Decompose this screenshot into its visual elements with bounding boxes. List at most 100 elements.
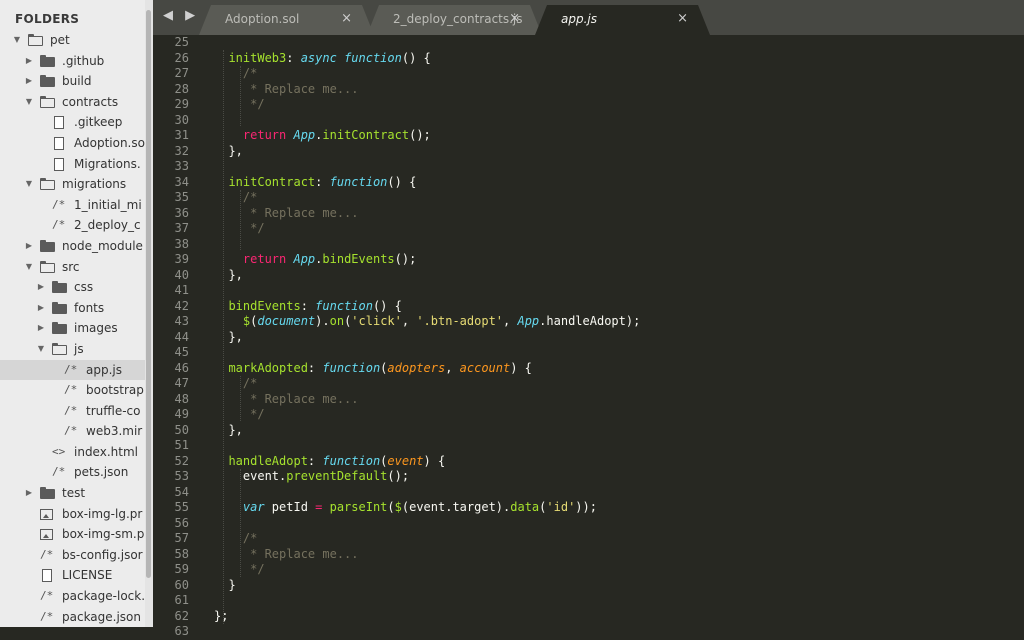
code-line[interactable] <box>214 438 640 454</box>
code-line[interactable]: /* <box>214 190 640 206</box>
code-editor[interactable]: 25 26 27 28 29 30 31 32 33 34 35 36 37 38 39 40 41 42 43 44… <box>153 35 1024 638</box>
code-line[interactable] <box>214 485 640 501</box>
tree-item[interactable]: ▶ images <box>0 318 145 339</box>
chevron-down-icon[interactable]: ▼ <box>36 339 46 360</box>
close-icon[interactable]: × <box>341 11 352 26</box>
tree-item[interactable]: /* pets.json <box>0 462 145 483</box>
tree-item[interactable]: /* 2_deploy_c <box>0 215 145 236</box>
chevron-down-icon[interactable]: ▼ <box>24 92 34 113</box>
chevron-down-icon[interactable]: ▼ <box>24 174 34 195</box>
tree-item[interactable]: LICENSE <box>0 565 145 586</box>
chevron-right-icon[interactable]: ▶ <box>24 236 34 257</box>
tab-adoption-sol[interactable]: Adoption.sol × <box>199 5 374 35</box>
code-line[interactable]: * Replace me... <box>214 547 640 563</box>
tree-item[interactable]: /* bs-config.jsor <box>0 545 145 566</box>
code-line[interactable]: /* <box>214 66 640 82</box>
code-line[interactable]: var petId = parseInt($(event.target).dat… <box>214 500 640 516</box>
code-line[interactable]: $(document).on('click', '.btn-adopt', Ap… <box>214 314 640 330</box>
tree-item[interactable]: .gitkeep <box>0 112 145 133</box>
tree-item[interactable]: /* package.json <box>0 607 145 627</box>
code-token: function <box>315 298 373 313</box>
code-line[interactable]: */ <box>214 407 640 423</box>
code-line[interactable]: }, <box>214 268 640 284</box>
code-line[interactable] <box>214 345 640 361</box>
tree-item[interactable]: /* bootstrap <box>0 380 145 401</box>
code-line[interactable]: * Replace me... <box>214 82 640 98</box>
chevron-right-icon[interactable]: ▶ <box>36 298 46 319</box>
code-line[interactable] <box>214 113 640 129</box>
line-number: 46 <box>174 360 189 375</box>
code-token: function <box>329 174 388 189</box>
code-line[interactable] <box>214 237 640 253</box>
code-line[interactable] <box>214 593 640 609</box>
tree-item[interactable]: ▼ pet <box>0 30 145 51</box>
tree-item-label: src <box>62 259 80 274</box>
code-line[interactable]: event.preventDefault(); <box>214 469 640 485</box>
code-line[interactable]: }, <box>214 144 640 160</box>
code-line[interactable]: /* <box>214 376 640 392</box>
code-line[interactable]: * Replace me... <box>214 206 640 222</box>
code-line[interactable]: */ <box>214 221 640 237</box>
tree-item[interactable]: /* 1_initial_mi <box>0 195 145 216</box>
code-line[interactable]: } <box>214 578 640 594</box>
code-line[interactable] <box>214 35 640 51</box>
close-icon[interactable]: × <box>677 11 688 26</box>
chevron-right-icon[interactable]: ▶ <box>24 71 34 92</box>
tree-item[interactable]: ▶ css <box>0 277 145 298</box>
code-line[interactable]: }; <box>214 609 640 625</box>
code-line[interactable] <box>214 624 640 640</box>
sidebar-scrollbar[interactable] <box>145 0 153 627</box>
tree-item[interactable]: ▼ contracts <box>0 92 145 113</box>
tree-item[interactable]: box-img-lg.pr <box>0 504 145 525</box>
tree-item[interactable]: box-img-sm.p <box>0 524 145 545</box>
tree-item[interactable]: /* app.js <box>0 359 145 381</box>
code-token: : <box>300 298 316 313</box>
chevron-down-icon[interactable]: ▼ <box>24 257 34 278</box>
code-line[interactable]: initWeb3: async function() { <box>214 51 640 67</box>
tree-item[interactable]: Migrations. <box>0 154 145 175</box>
code-line[interactable] <box>214 516 640 532</box>
tree-item[interactable]: ▶ fonts <box>0 298 145 319</box>
tab-nav-arrows[interactable]: ◀ ▶ <box>163 8 199 23</box>
tree-item[interactable]: ▶ .github <box>0 51 145 72</box>
chevron-right-icon[interactable]: ▶ <box>36 318 46 339</box>
code-line[interactable]: }, <box>214 330 640 346</box>
tab-2-deploy-contracts-js[interactable]: 2_deploy_contracts.js × <box>367 5 542 35</box>
tree-item[interactable]: /* truffle-co <box>0 401 145 422</box>
tree-item[interactable]: ▶ test <box>0 483 145 504</box>
tab-app-js[interactable]: app.js × <box>535 5 710 35</box>
chevron-right-icon[interactable]: ▶ <box>36 277 46 298</box>
code-line[interactable]: */ <box>214 97 640 113</box>
tree-item[interactable]: /* web3.mir <box>0 421 145 442</box>
line-number-gutter: 25 26 27 28 29 30 31 32 33 34 35 36 37 38 39 40 41 42 43 44… <box>153 35 189 640</box>
chevron-right-icon[interactable]: ▶ <box>24 483 34 504</box>
code-line[interactable]: }, <box>214 423 640 439</box>
code-line[interactable]: /* <box>214 531 640 547</box>
tree-item[interactable]: <> index.html <box>0 442 145 463</box>
code-line[interactable]: handleAdopt: function(event) { <box>214 454 640 470</box>
tree-item[interactable]: ▼ src <box>0 257 145 278</box>
tree-item[interactable]: /* package-lock. <box>0 586 145 607</box>
chevron-right-icon[interactable]: ▶ <box>24 51 34 72</box>
code-content[interactable]: initWeb3: async function() { /* * Replac… <box>214 35 640 640</box>
line-number: 32 <box>174 143 189 158</box>
code-line[interactable] <box>214 283 640 299</box>
tree-item[interactable]: Adoption.so <box>0 133 145 154</box>
tree-item[interactable]: ▶ build <box>0 71 145 92</box>
code-token: initWeb3 <box>214 50 287 65</box>
tree-item[interactable]: ▶ node_module <box>0 236 145 257</box>
sidebar-scroll-thumb[interactable] <box>146 10 151 578</box>
code-line[interactable]: */ <box>214 562 640 578</box>
code-line[interactable]: return App.initContract(); <box>214 128 640 144</box>
code-line[interactable]: return App.bindEvents(); <box>214 252 640 268</box>
code-line[interactable]: initContract: function() { <box>214 175 640 191</box>
chevron-down-icon[interactable]: ▼ <box>12 30 22 51</box>
tree-item[interactable]: ▼ migrations <box>0 174 145 195</box>
code-line[interactable] <box>214 159 640 175</box>
close-icon[interactable]: × <box>509 11 520 26</box>
code-line[interactable]: bindEvents: function() { <box>214 299 640 315</box>
tree-item[interactable]: ▼ js <box>0 339 145 360</box>
code-line[interactable]: * Replace me... <box>214 392 640 408</box>
code-line[interactable]: markAdopted: function(adopters, account)… <box>214 361 640 377</box>
code-file-icon: /* <box>64 383 78 397</box>
